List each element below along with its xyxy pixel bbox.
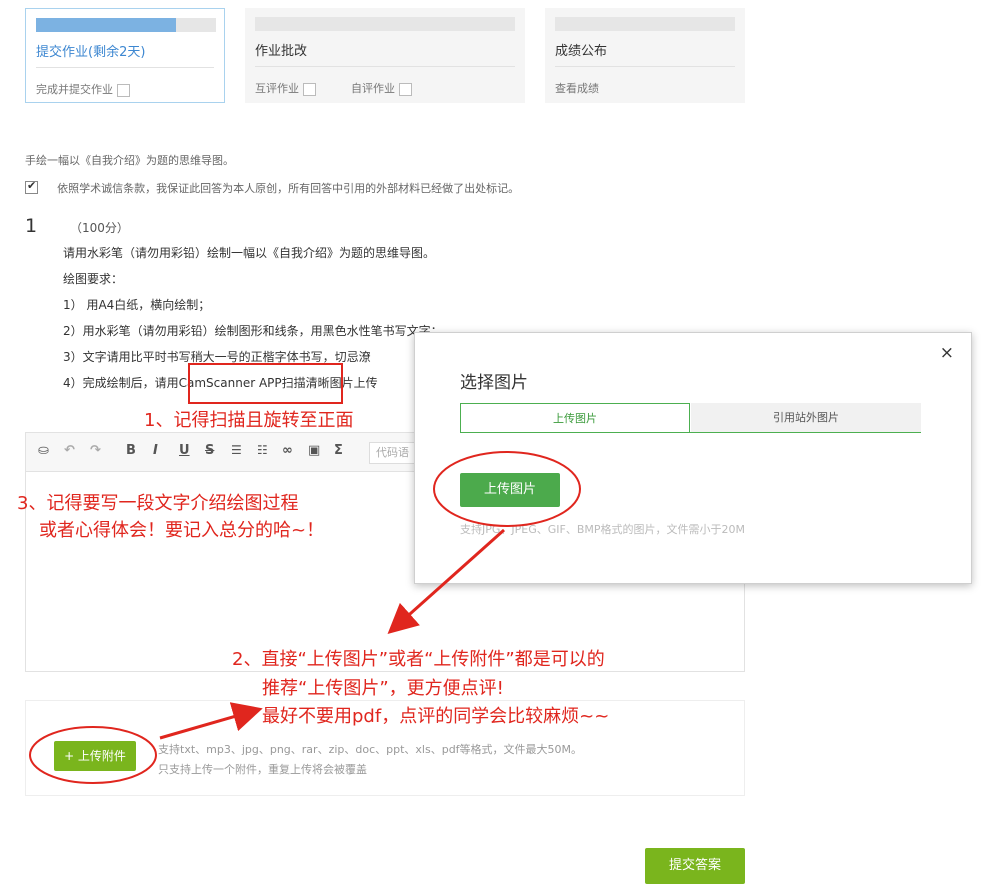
annotation-note-1: 1、记得扫描且旋转至正面	[144, 410, 354, 431]
highlight-ellipse	[433, 451, 581, 527]
annotation-arrow	[159, 702, 263, 740]
annotation-note-2: 最好不要用pdf，点评的同学会比较麻烦~~	[262, 706, 610, 727]
highlight-ellipse	[29, 726, 157, 784]
annotation-note-3: 或者心得体会！要记入总分的哈~！	[39, 520, 325, 541]
annotation-note-2: 2、直接“上传图片”或者“上传附件”都是可以的	[232, 649, 605, 670]
annotation-overlay	[29, 363, 581, 784]
annotation-note-3: 3、记得要写一段文字介绍绘图过程	[17, 493, 299, 514]
annotation-arrow	[387, 528, 505, 634]
highlight-box	[188, 363, 343, 404]
annotation-note-2: 推荐“上传图片”，更方便点评!	[262, 678, 504, 699]
